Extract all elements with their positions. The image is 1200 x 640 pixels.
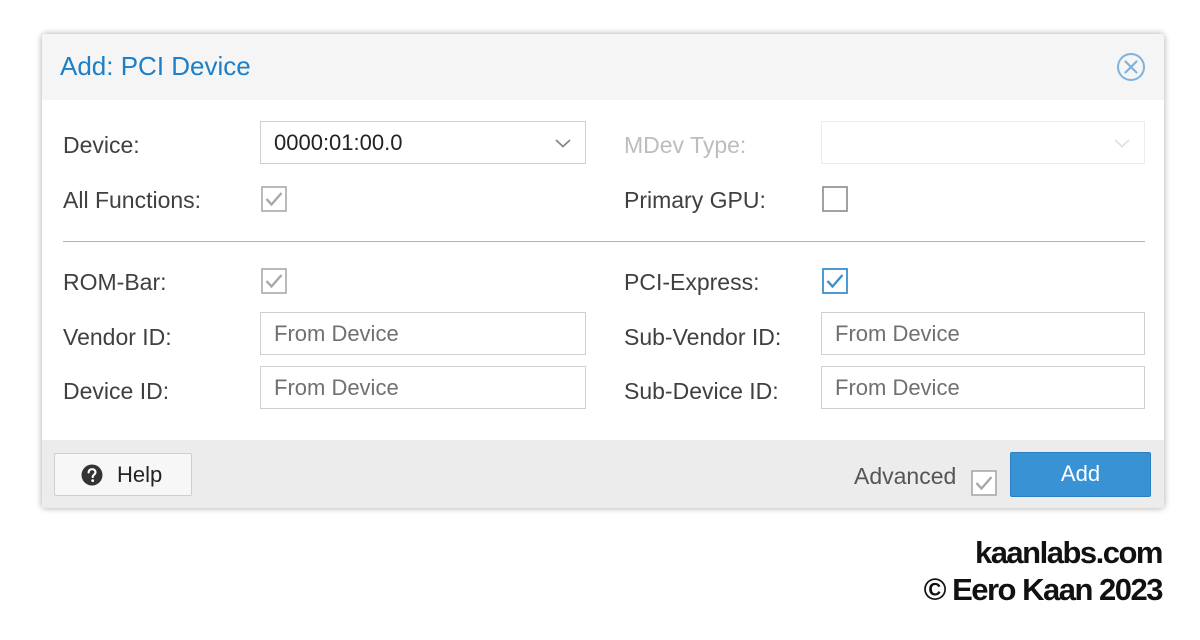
vendor-id-input[interactable]: From Device [260,312,586,355]
sub-device-id-label: Sub-Device ID: [624,378,779,404]
advanced-checkbox[interactable] [971,470,997,496]
chevron-down-icon[interactable] [553,134,573,152]
device-combobox[interactable]: 0000:01:00.0 [260,121,586,164]
primary-gpu-checkbox[interactable] [822,186,848,212]
device-id-label: Device ID: [63,378,170,404]
device-id-input[interactable]: From Device [260,366,586,409]
mdev-type-label: MDev Type: [624,132,747,158]
advanced-label: Advanced [854,463,957,489]
device-label: Device: [63,132,140,158]
help-label: Help [117,462,163,487]
help-button[interactable]: Help [54,453,192,496]
sub-vendor-id-input[interactable]: From Device [821,312,1145,355]
pci-express-checkbox[interactable] [822,268,848,294]
mdev-type-combobox [821,121,1145,164]
watermark-copyright: © Eero Kaan 2023 [923,572,1164,607]
device-value: 0000:01:00.0 [274,130,403,155]
all-functions-label: All Functions: [63,187,202,213]
dialog-title: Add: PCI Device [60,51,251,81]
advanced-separator [63,241,1145,242]
sub-vendor-id-label: Sub-Vendor ID: [624,324,782,350]
vendor-id-label: Vendor ID: [63,324,172,350]
primary-gpu-label: Primary GPU: [624,187,766,213]
dialog-titlebar: Add: PCI Device [42,34,1164,100]
all-functions-checkbox[interactable] [261,186,287,212]
close-icon[interactable] [1116,52,1146,82]
add-pci-device-dialog: Add: PCI Device Device: 0000:01:00.0 MDe… [42,34,1164,508]
watermark-site: kaanlabs.com [974,535,1164,570]
sub-device-id-input[interactable]: From Device [821,366,1145,409]
question-circle-icon [81,464,103,486]
rom-bar-label: ROM-Bar: [63,269,167,295]
dialog-footer: Help Advanced Add [42,440,1164,508]
rom-bar-checkbox[interactable] [261,268,287,294]
pci-express-label: PCI-Express: [624,269,760,295]
add-button[interactable]: Add [1010,452,1151,497]
chevron-down-icon [1114,139,1130,148]
